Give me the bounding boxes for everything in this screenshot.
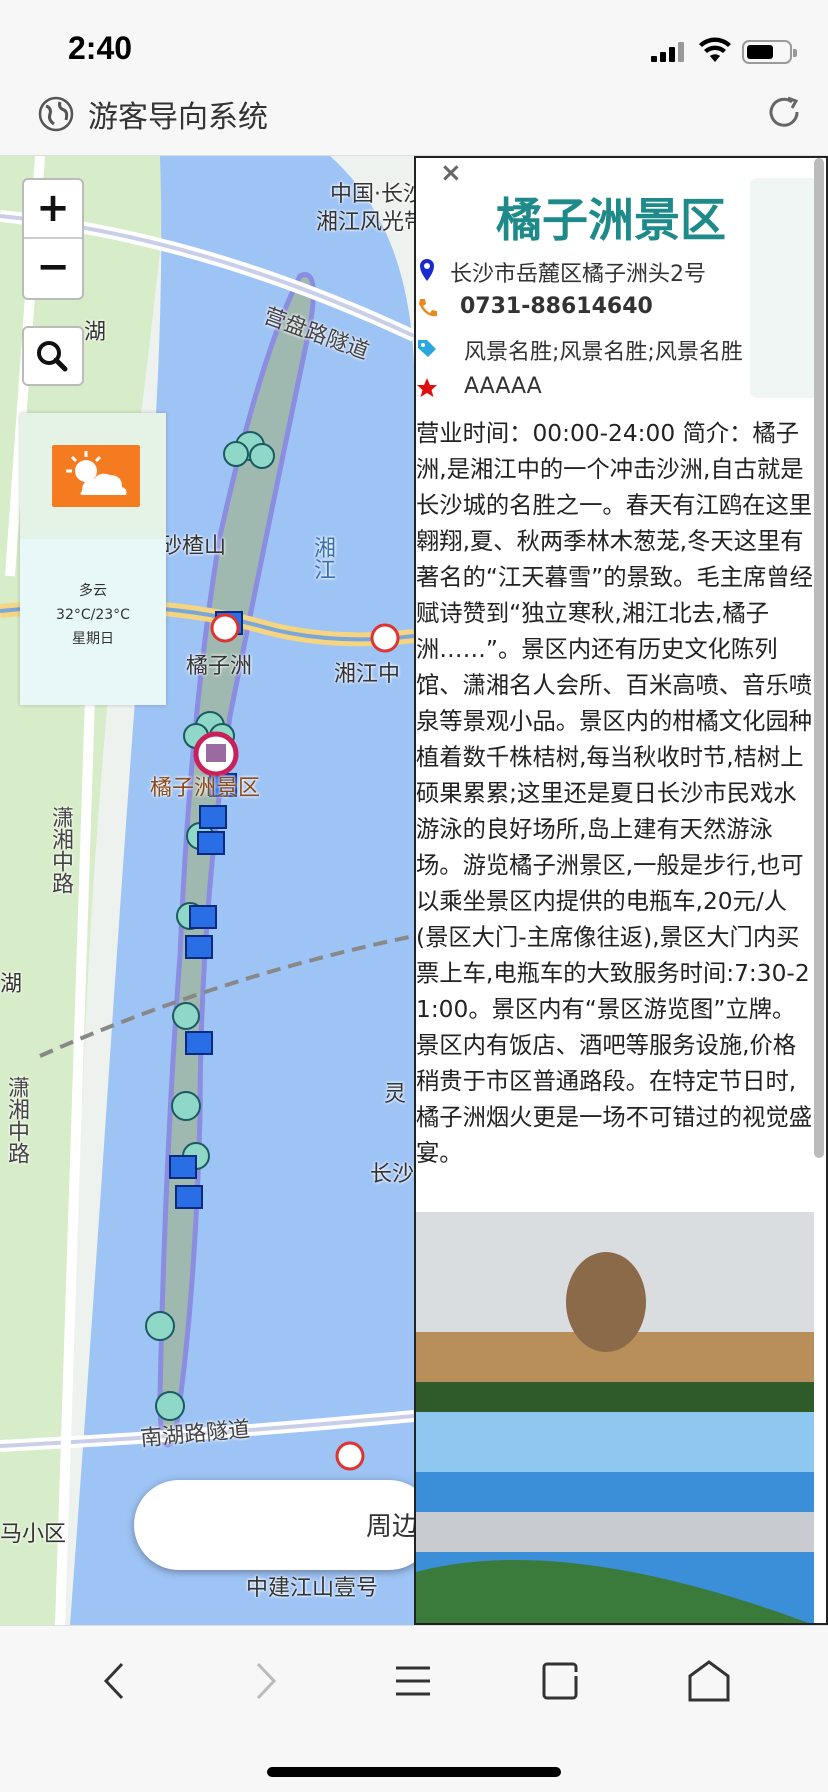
poi-phone-row: 0731-88614640 [416, 292, 816, 328]
map-label: 湘江 [310, 536, 335, 580]
zoom-out-button[interactable]: − [24, 239, 82, 298]
weather-condition: 多云 [79, 583, 107, 599]
tag-icon [418, 340, 436, 357]
poi-description: 营业时间：00:00-24:00 简介：橘子洲,是湘江中的一个冲击沙洲,自古就是… [416, 420, 813, 1167]
map-label: 灵 [384, 1082, 407, 1107]
poi-photo [416, 1212, 814, 1623]
map-label: 长沙 [370, 1162, 415, 1187]
status-time: 2:40 [68, 30, 133, 66]
weather-weekday: 星期日 [72, 631, 114, 647]
battery-icon [742, 40, 797, 64]
back-icon[interactable] [92, 1656, 142, 1706]
cellular-signal-icon [651, 40, 687, 62]
map-label: 潇湘中路 [48, 806, 73, 894]
weather-icon-area [20, 413, 166, 539]
star-icon [417, 378, 437, 397]
poi-tags: 风景名胜;风景名胜;风景名胜 [464, 340, 743, 365]
close-button[interactable]: × [440, 158, 462, 188]
menu-icon[interactable] [388, 1656, 438, 1706]
weather-temperature: 32°C/23°C [56, 607, 130, 623]
nearby-button-label: 周边 [366, 1512, 419, 1542]
map-label: 湖 [0, 972, 23, 997]
status-bar: 2:40 [0, 0, 828, 84]
poi-name: 橘子洲景区 [496, 193, 726, 247]
home-indicator [267, 1767, 561, 1777]
map-label-scenic-area[interactable]: 橘子洲景区 [150, 770, 260, 802]
poi-rating-row: AAAAA [416, 372, 816, 408]
phone-icon [419, 299, 437, 317]
map-label: 马小区 [0, 1522, 67, 1547]
location-pin-icon [420, 259, 434, 281]
poi-address: 长沙市岳麓区橘子洲头2号 [450, 262, 706, 287]
map-label: 湘江风光带 [316, 210, 427, 235]
globe-icon [38, 96, 74, 132]
poi-rating: AAAAA [464, 374, 542, 399]
forward-icon[interactable] [238, 1656, 288, 1706]
poi-info-panel[interactable]: × 橘子洲景区 长沙市岳麓区橘子洲头2号 0731-88614640 风景名胜;… [414, 156, 828, 1625]
wifi-icon [699, 37, 731, 62]
nearby-button[interactable]: 周边 [134, 1480, 434, 1570]
poi-phone[interactable]: 0731-88614640 [460, 294, 653, 319]
partly-cloudy-icon [52, 445, 140, 507]
tabs-icon[interactable] [536, 1656, 586, 1706]
map-label: 湘江中 [334, 662, 401, 687]
map-label: 湖 [84, 320, 107, 345]
app-title: 游客导向系统 [88, 100, 268, 135]
home-icon[interactable] [684, 1656, 734, 1706]
poi-tags-row: 风景名胜;风景名胜;风景名胜 [416, 332, 816, 368]
map-label: 砂楂山 [160, 534, 227, 559]
zoom-in-button[interactable]: + [24, 180, 82, 239]
app-title-bar: 游客导向系统 [0, 84, 828, 156]
weather-widget[interactable]: 多云 32°C/23°C 星期日 [20, 413, 166, 705]
search-icon [37, 341, 68, 372]
reload-icon[interactable] [764, 92, 804, 132]
poi-address-row: 长沙市岳麓区橘子洲头2号 [416, 254, 816, 290]
zoom-control: + − [22, 178, 84, 300]
map-label: 潇湘中路 [4, 1076, 29, 1164]
map-search-button[interactable] [22, 326, 84, 386]
map-label: 橘子洲 [186, 654, 253, 679]
panel-scrollbar[interactable] [814, 158, 824, 1158]
map-label: 中建江山壹号 [246, 1576, 379, 1601]
